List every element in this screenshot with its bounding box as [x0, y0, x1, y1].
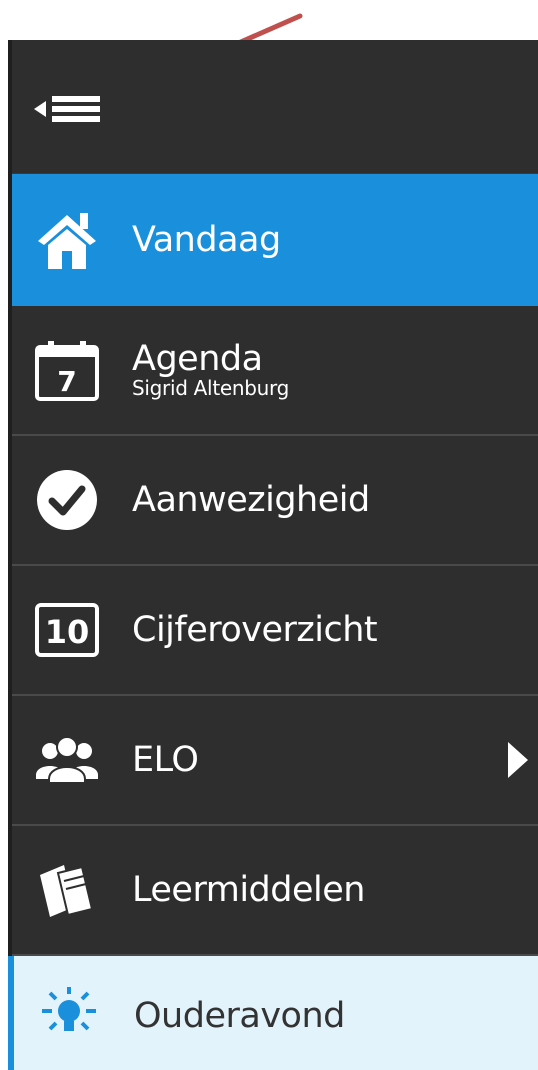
sidebar-item-elo[interactable]: ELO [12, 696, 538, 826]
sidebar-item-label: ELO [132, 740, 199, 780]
sidebar-item-aanwezigheid[interactable]: Aanwezigheid [12, 436, 538, 566]
page: Vandaag 7 Agenda Sigrid Altenburg Aanwez… [0, 0, 538, 1070]
chevron-right-icon [508, 742, 528, 778]
sidebar-item-label: Vandaag [132, 220, 281, 260]
calendar-icon: 7 [35, 341, 99, 401]
sidebar-item-vandaag[interactable]: Vandaag [12, 174, 538, 306]
sidebar-item-label-group: Agenda Sigrid Altenburg [132, 341, 289, 399]
collapse-menu-icon [34, 96, 100, 122]
sidebar-item-label: Ouderavond [134, 996, 345, 1036]
sidebar-item-label: Aanwezigheid [132, 480, 370, 520]
sidebar-item-label: Cijferoverzicht [132, 610, 378, 650]
sidebar-item-label: Agenda [132, 339, 263, 380]
sidebar-item-agenda[interactable]: 7 Agenda Sigrid Altenburg [12, 306, 538, 436]
svg-text:10: 10 [45, 613, 90, 651]
sidebar-toggle-button[interactable] [12, 40, 538, 174]
svg-text:7: 7 [57, 365, 76, 398]
books-icon [40, 865, 94, 917]
sidebar-item-ouderavond[interactable]: Ouderavond [8, 956, 538, 1070]
sidebar: Vandaag 7 Agenda Sigrid Altenburg Aanwez… [8, 40, 538, 1070]
sidebar-item-cijferoverzicht[interactable]: 10 Cijferoverzicht [12, 566, 538, 696]
sidebar-item-sublabel: Sigrid Altenburg [132, 375, 289, 400]
sidebar-item-label: Leermiddelen [132, 870, 365, 910]
checkmark-circle-icon [37, 470, 97, 530]
lightbulb-icon [42, 987, 96, 1031]
sidebar-item-leermiddelen[interactable]: Leermiddelen [12, 826, 538, 956]
home-icon [38, 213, 96, 269]
grade-icon: 10 [35, 603, 99, 657]
people-icon [36, 736, 98, 784]
